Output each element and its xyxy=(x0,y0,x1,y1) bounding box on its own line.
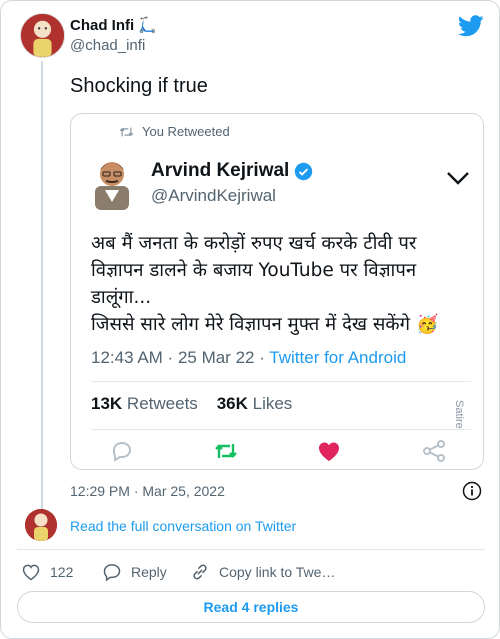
retweet-label: You Retweeted xyxy=(142,124,230,139)
retweets-count: 13K xyxy=(91,394,123,413)
copy-link-label: Copy link to Twe… xyxy=(219,564,336,580)
embedded-source: Twitter for Android xyxy=(269,348,407,367)
embedded-meta: 12:43 AM · 25 Mar 22 · Twitter for Andro… xyxy=(91,348,407,367)
embedded-text-line-last: जिससे सारे लोग मेरे विज्ञापन मुफ्त में द… xyxy=(91,311,481,338)
embedded-time: 12:43 AM xyxy=(91,348,163,367)
divider xyxy=(91,429,471,430)
embedded-date: 25 Mar 22 xyxy=(177,348,255,367)
heart-icon xyxy=(319,442,339,461)
link-icon xyxy=(193,564,207,580)
share-icon xyxy=(423,440,445,462)
like-button[interactable]: 122 xyxy=(21,562,73,582)
verified-badge-icon xyxy=(295,162,313,180)
thread-line xyxy=(41,61,43,511)
likes-label: Likes xyxy=(252,394,293,413)
read-replies-button[interactable]: Read 4 replies xyxy=(17,591,485,623)
embedded-tweet-text: अब मैं जनता के करोड़ों रुपए खर्च करके टी… xyxy=(91,230,481,338)
author-handle[interactable]: @chad_infi xyxy=(70,37,145,54)
author-avatar[interactable] xyxy=(20,13,65,58)
chevron-down-icon xyxy=(447,172,469,185)
info-icon[interactable] xyxy=(462,481,482,501)
embedded-text-line-content: जिससे सारे लोग मेरे विज्ञापन मुफ्त में द… xyxy=(91,314,411,335)
reply-icon xyxy=(103,564,121,582)
tweet-card: Chad Infi 🛴 @chad_infi Shocking if true … xyxy=(0,0,500,639)
embedded-text-line: अब मैं जनता के करोड़ों रुपए खर्च करके टी… xyxy=(91,233,417,254)
like-count: 122 xyxy=(50,564,74,580)
tweet-text: Shocking if true xyxy=(70,75,208,97)
heart-icon xyxy=(22,564,40,581)
reply-button[interactable]: Reply xyxy=(102,562,167,582)
reply-icon xyxy=(112,441,132,462)
embedded-author-photo xyxy=(95,162,129,210)
embedded-author-handle: @ArvindKejriwal xyxy=(151,186,276,205)
embedded-stats: 13K Retweets 36K Likes xyxy=(91,394,292,414)
divider xyxy=(91,381,471,382)
copy-link-button[interactable]: Copy link to Twe… xyxy=(190,562,335,582)
read-conversation-link[interactable]: Read the full conversation on Twitter xyxy=(70,518,296,534)
satire-watermark: Satire xyxy=(453,400,465,429)
retweet-icon xyxy=(119,127,134,136)
retweet-context: You Retweeted xyxy=(119,124,230,139)
embedded-text-line: विज्ञापन डालने के बजाय YouTube पर विज्ञा… xyxy=(91,260,417,281)
retweet-icon xyxy=(215,444,237,458)
reply-label: Reply xyxy=(131,564,167,580)
retweets-label: Retweets xyxy=(126,394,198,413)
embedded-tweet-image[interactable]: You Retweeted Arvind Kejriwal @ArvindKej… xyxy=(70,113,484,470)
party-emoji: 🥳 xyxy=(415,314,439,335)
embedded-author-name-text: Arvind Kejriwal xyxy=(151,160,290,181)
likes-count: 36K xyxy=(216,394,248,413)
embedded-author-name: Arvind Kejriwal xyxy=(151,160,313,182)
twitter-bird-icon[interactable] xyxy=(458,15,484,37)
conversation-avatar[interactable] xyxy=(25,509,57,541)
author-name[interactable]: Chad Infi 🛴 xyxy=(70,16,157,34)
embedded-text-line: डालूंगा... xyxy=(91,287,152,308)
tweet-timestamp[interactable]: 12:29 PM · Mar 25, 2022 xyxy=(70,483,225,499)
divider xyxy=(17,549,485,550)
